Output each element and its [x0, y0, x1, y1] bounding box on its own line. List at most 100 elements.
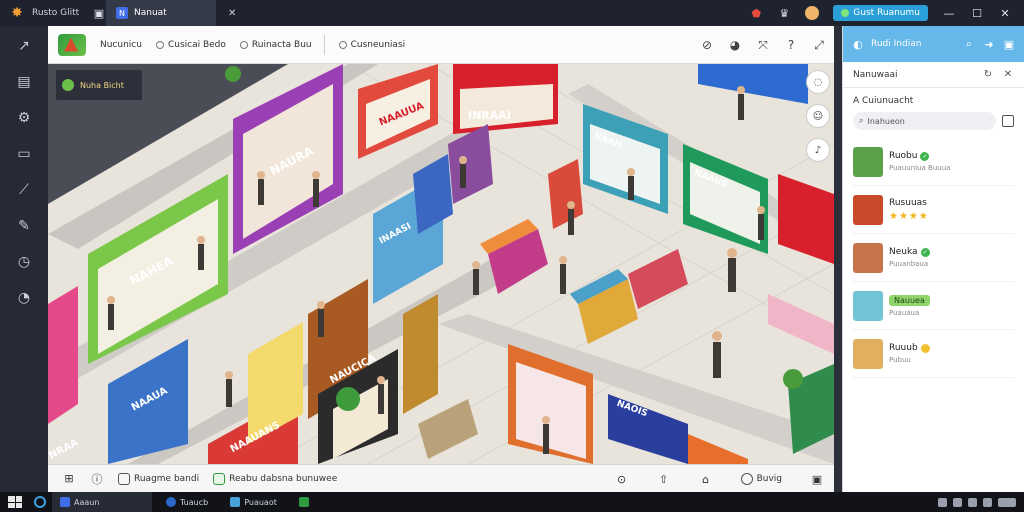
settings-gear-icon[interactable]: ⚙: [14, 108, 34, 128]
build-icon[interactable]: ⊞: [62, 472, 76, 486]
image-icon[interactable]: ▣: [1002, 37, 1016, 51]
expand-icon[interactable]: ⤢: [812, 38, 826, 52]
check-icon: ✓: [920, 151, 930, 161]
folder-icon[interactable]: ▭: [14, 144, 34, 164]
close-icon[interactable]: ✕: [1002, 69, 1014, 81]
item-thumbnail: [853, 194, 883, 225]
save-icon[interactable]: ▤: [14, 72, 34, 92]
tray-icon[interactable]: [938, 497, 947, 507]
top-menu-item[interactable]: Nucunicu: [100, 40, 142, 50]
start-icon[interactable]: [8, 496, 22, 508]
account-button[interactable]: Gust Ruanumu: [833, 5, 928, 21]
battery-icon[interactable]: [998, 497, 1016, 507]
music-bubble-icon[interactable]: ♪: [806, 138, 830, 162]
item-meta: Pubuu: [889, 356, 911, 364]
info-icon[interactable]: ⓘ: [90, 472, 104, 486]
search-placeholder: Inahueon: [867, 116, 905, 126]
game-app-icon: [298, 497, 309, 507]
bottom-menu-label: Reabu dabsna bunuwee: [229, 473, 338, 484]
list-item[interactable]: Neuka ✓ Puuanbaua: [853, 234, 1014, 282]
game-viewport[interactable]: Nucunicu Cusicai Bedo Ruinacta Buu Cusne…: [48, 26, 834, 492]
top-menu-label: Ruinacta Buu: [251, 39, 312, 50]
list-item[interactable]: Ruuub Pubuu: [853, 330, 1014, 378]
avatar[interactable]: [805, 6, 820, 20]
route-icon[interactable]: ↗: [14, 36, 34, 56]
panel-header: ◐ Rudi Indian ⌕ ➜ ▣: [843, 26, 1024, 62]
edit-icon[interactable]: ⟋: [14, 180, 34, 200]
tab-label: Nanuat: [134, 8, 167, 18]
top-menu-item[interactable]: Cusicai Bedo: [155, 39, 226, 50]
volume-icon[interactable]: [983, 497, 992, 507]
gallery-icon[interactable]: ⊙: [615, 472, 629, 486]
item-name: Ruobu: [889, 151, 918, 161]
shop-icon: [213, 472, 226, 485]
chat-icon[interactable]: ⌂: [699, 472, 713, 486]
bottom-menu-item[interactable]: Ruagme bandi: [118, 472, 199, 485]
gift-icon[interactable]: ♛: [777, 6, 791, 20]
item-meta: Puauuniua Buuua: [889, 164, 951, 172]
timer-icon[interactable]: ◷: [14, 252, 34, 272]
wifi-icon[interactable]: [968, 497, 977, 507]
section-title: A Cuiunuacht: [853, 96, 914, 106]
fullscreen-icon[interactable]: ⤧: [756, 38, 770, 52]
pencil-icon[interactable]: ✎: [14, 216, 34, 236]
taskbar-app[interactable]: [291, 492, 317, 512]
item-meta: Puuanbaua: [889, 260, 929, 268]
search-icon[interactable]: ⌕: [962, 37, 976, 51]
info-bubble-icon[interactable]: ◌: [806, 70, 830, 94]
star-rating: ★★★★: [889, 210, 929, 222]
help-icon[interactable]: ?: [784, 38, 798, 52]
top-menu-item[interactable]: Ruinacta Buu: [239, 39, 312, 50]
game-top-bar: Nucunicu Cusicai Bedo Ruinacta Buu Cusne…: [48, 26, 834, 64]
tab-active[interactable]: N Nanuat: [106, 0, 216, 26]
notification-icon[interactable]: ⬟: [749, 6, 763, 20]
item-name: Nauuea: [889, 294, 930, 306]
store-sign[interactable]: INRAAI: [468, 109, 511, 122]
clock-icon[interactable]: ◔: [14, 288, 34, 308]
search-input[interactable]: ⌕ Inahueon: [853, 112, 996, 130]
calendar-icon[interactable]: [1002, 115, 1014, 127]
close-window-icon[interactable]: ✕: [998, 6, 1012, 20]
os-taskbar: Aaaun Tuaucb Puauaot: [0, 492, 1024, 512]
game-logo-icon: [58, 33, 86, 56]
taskbar-app[interactable]: Tuaucb: [158, 492, 216, 512]
minimize-icon[interactable]: —: [942, 6, 956, 20]
folder-icon: [230, 497, 241, 507]
sparkle-icon: [155, 40, 164, 49]
compass-icon[interactable]: ⊘: [700, 38, 714, 52]
taskbar-app-label: Tuaucb: [180, 497, 209, 507]
selection-hud[interactable]: Nuha Bicht: [56, 70, 142, 100]
taskbar-app[interactable]: Puauaot: [222, 492, 285, 512]
share-icon[interactable]: ⇧: [657, 472, 671, 486]
top-menu-label: Cusicai Bedo: [167, 39, 226, 50]
list-item[interactable]: Nauuea Puauaua: [853, 282, 1014, 330]
list-item[interactable]: Ruobu ✓ Puauuniua Buuua: [853, 138, 1014, 186]
isometric-mall-scene[interactable]: NAHEA NAURA INRAAI NAAUUA NRAA NAAUA NAU…: [48, 63, 834, 465]
search-icon[interactable]: [34, 496, 46, 508]
refresh-icon[interactable]: ↻: [982, 69, 994, 81]
app-name: Rusto Glitt: [32, 8, 80, 18]
screenshot-icon[interactable]: ▣: [810, 472, 824, 486]
tab-close-icon[interactable]: ✕: [228, 8, 236, 19]
forward-icon[interactable]: ➜: [982, 37, 996, 51]
chat-icon: [338, 40, 347, 49]
user-bubble-icon[interactable]: ☺: [806, 104, 830, 128]
hud-label: Nuha Bicht: [80, 80, 124, 90]
tray-icon[interactable]: [953, 497, 962, 507]
top-menu-label: Nucunicu: [100, 39, 142, 50]
tab-switcher-icon[interactable]: ▣: [92, 6, 106, 20]
bottom-menu-label: Buvig: [756, 474, 782, 484]
taskbar-app[interactable]: Aaaun: [52, 492, 152, 512]
palette-icon[interactable]: ◕: [728, 38, 742, 52]
bottom-menu-item[interactable]: Buvig: [740, 473, 782, 485]
window-titlebar: ✸ Rusto Glitt ▣ N Nanuat ✕ ⬟ ♛ Gust Ruan…: [0, 0, 1024, 26]
list-item[interactable]: Rusuuas ★★★★: [853, 186, 1014, 234]
top-menu-item[interactable]: Cusneuniasi: [338, 40, 405, 50]
bottom-menu-item[interactable]: Reabu dabsna bunuwee: [213, 472, 338, 485]
menu-circle-icon: [740, 473, 753, 485]
maximize-icon[interactable]: ☐: [970, 6, 984, 20]
taskbar-app-label: Aaaun: [74, 497, 100, 507]
scene-bubbles: ◌ ☺ ♪: [806, 70, 830, 162]
game-bottom-bar: ⊞ ⓘ Ruagme bandi Reabu dabsna bunuwee ⊙ …: [48, 464, 834, 492]
search-input-icon: ⌕: [859, 116, 864, 125]
